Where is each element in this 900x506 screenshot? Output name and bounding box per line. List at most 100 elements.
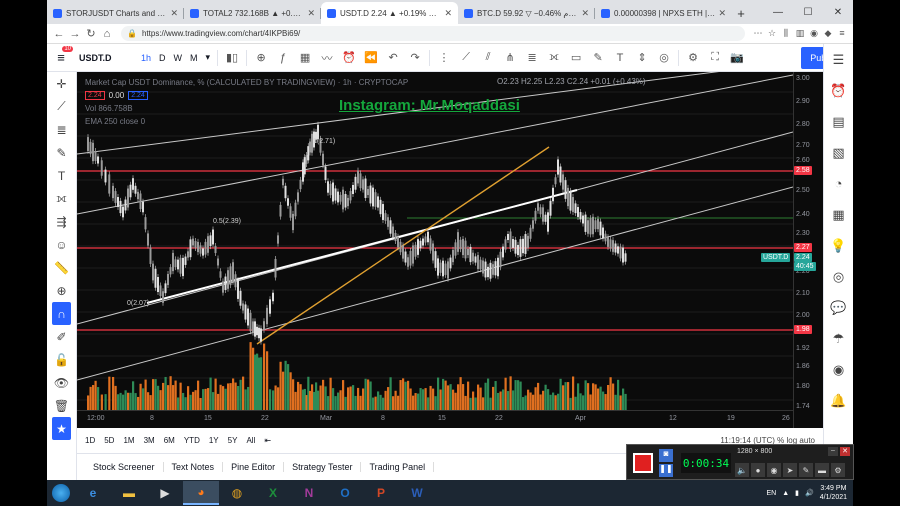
- crosshair-icon[interactable]: ✛: [47, 72, 76, 95]
- trash-icon[interactable]: 🗑: [47, 394, 76, 417]
- sidebar-icon[interactable]: ▥: [793, 28, 807, 39]
- data-window-icon[interactable]: ▤: [824, 106, 853, 137]
- templates-icon[interactable]: ▦: [294, 51, 316, 64]
- goto-date-icon[interactable]: ⇤: [264, 436, 271, 445]
- range-all[interactable]: All: [246, 436, 255, 445]
- signal-icon[interactable]: ◉: [824, 354, 853, 385]
- ask-box[interactable]: 2.24: [128, 91, 148, 100]
- range-1y[interactable]: 1Y: [209, 436, 219, 445]
- price-range-icon[interactable]: ⇕: [631, 51, 653, 64]
- pattern-icon[interactable]: ⟗: [47, 187, 76, 210]
- timeframe-1h[interactable]: 1h: [137, 53, 155, 63]
- text-icon[interactable]: T: [47, 164, 76, 187]
- network-icon[interactable]: ▮: [795, 489, 799, 497]
- tab-pine-editor[interactable]: Pine Editor: [223, 462, 285, 472]
- pattern-icon[interactable]: ⟗: [543, 51, 565, 64]
- recorder-minimize-icon[interactable]: –: [828, 447, 838, 456]
- account-icon[interactable]: ◉: [807, 28, 821, 39]
- maximize-icon[interactable]: ☐: [793, 7, 823, 18]
- undo-icon[interactable]: ↶: [382, 51, 404, 64]
- alert-icon[interactable]: ⏰: [338, 51, 360, 64]
- emoji-icon[interactable]: ☺: [47, 233, 76, 256]
- recorder-close-icon[interactable]: ✕: [840, 447, 850, 456]
- timeframe-dropdown-icon[interactable]: ▾: [202, 52, 215, 63]
- browser-menu-icon[interactable]: ≡: [835, 28, 849, 39]
- channel-icon[interactable]: ⫽: [477, 51, 499, 64]
- close-icon[interactable]: ✕: [444, 8, 452, 19]
- marker-icon[interactable]: ◎: [653, 51, 675, 64]
- hide-drawings-icon[interactable]: 👁: [47, 371, 76, 394]
- tab-text-notes[interactable]: Text Notes: [164, 462, 224, 472]
- trend-line-icon[interactable]: ⟋: [455, 51, 477, 64]
- forward-icon[interactable]: →: [67, 28, 83, 40]
- chrome-icon[interactable]: ◍: [219, 481, 255, 505]
- ruler-icon[interactable]: 📏: [47, 256, 76, 279]
- pause-icon[interactable]: ❚❚: [659, 464, 673, 477]
- replay-icon[interactable]: ⏪: [360, 51, 382, 64]
- tab-trading-panel[interactable]: Trading Panel: [361, 462, 435, 472]
- reload-icon[interactable]: ↻: [83, 27, 99, 40]
- chart-patterns-icon[interactable]: 〰: [316, 50, 338, 66]
- redo-icon[interactable]: ↷: [404, 51, 426, 64]
- extension-icon[interactable]: ◆: [821, 28, 835, 39]
- bookmark-icon[interactable]: ☆: [765, 28, 779, 39]
- favorites-star-icon[interactable]: ★: [52, 417, 71, 440]
- url-field[interactable]: 🔒 https://www.tradingview.com/chart/4IKP…: [121, 26, 745, 41]
- tray-arrow-icon[interactable]: ▲: [782, 490, 789, 497]
- fib-retracement-icon[interactable]: ≣: [47, 118, 76, 141]
- candle-style-icon[interactable]: ▮▯: [221, 51, 243, 64]
- channel-line-4[interactable]: [77, 186, 793, 381]
- library-icon[interactable]: ⫼: [779, 28, 793, 39]
- settings-icon[interactable]: ⚙: [682, 51, 704, 64]
- close-icon[interactable]: ✕: [170, 8, 178, 19]
- start-button[interactable]: [47, 480, 75, 506]
- ideas-icon[interactable]: 💡: [824, 230, 853, 261]
- volume-icon[interactable]: 🔊: [805, 489, 814, 497]
- recorder-settings-icon[interactable]: ⚙: [831, 463, 845, 477]
- range-ytd[interactable]: YTD: [184, 436, 200, 445]
- highlight-icon[interactable]: ▬: [815, 463, 829, 477]
- help-icon[interactable]: 🔔: [824, 385, 853, 416]
- mic-icon[interactable]: ●: [751, 463, 765, 477]
- range-5d[interactable]: 5D: [104, 436, 114, 445]
- audio-icon[interactable]: 🔈: [735, 463, 749, 477]
- home-icon[interactable]: ⌂: [99, 28, 115, 40]
- timeframe-w[interactable]: W: [170, 53, 187, 63]
- tab-4[interactable]: 0.00000398 | NPXS ETH | LATO✕: [595, 2, 732, 24]
- camera-icon[interactable]: ◙: [659, 449, 673, 462]
- news-icon[interactable]: ▧: [824, 137, 853, 168]
- close-icon[interactable]: ✕: [307, 8, 315, 19]
- brush-icon[interactable]: ✎: [47, 141, 76, 164]
- range-1d[interactable]: 1D: [85, 436, 95, 445]
- range-5y[interactable]: 5Y: [228, 436, 238, 445]
- timeframe-m[interactable]: M: [186, 53, 202, 63]
- webcam-icon[interactable]: ◉: [767, 463, 781, 477]
- tab-3[interactable]: BTC.D 59.92 ▽ −0.46% نقت خام✕: [458, 2, 595, 24]
- tab-0[interactable]: STORJUSDT Charts and Quotes✕: [47, 2, 184, 24]
- back-icon[interactable]: ←: [51, 28, 67, 40]
- excel-icon[interactable]: X: [255, 481, 291, 505]
- language-indicator[interactable]: EN: [767, 490, 777, 497]
- lock-drawings-icon[interactable]: 🔓: [47, 348, 76, 371]
- time-axis[interactable]: 12:00 8 15 22 Mar 8 15 22 Apr 12 19 26: [77, 410, 793, 428]
- file-explorer-icon[interactable]: ▬: [111, 481, 147, 505]
- media-player-icon[interactable]: ▶: [147, 481, 183, 505]
- price-axis[interactable]: 3.00 2.90 2.80 2.70 2.60 2.50 2.40 2.30 …: [793, 72, 823, 428]
- tab-stock-screener[interactable]: Stock Screener: [85, 462, 164, 472]
- trend-line-icon[interactable]: ⟋: [47, 95, 76, 118]
- menu-dots-icon[interactable]: ⋯: [751, 28, 765, 39]
- brush-icon[interactable]: ✎: [587, 51, 609, 64]
- word-icon[interactable]: W: [399, 481, 435, 505]
- watchlist-icon[interactable]: ☰: [824, 44, 853, 75]
- close-icon[interactable]: ✕: [718, 8, 726, 19]
- indicators-icon[interactable]: ƒ: [272, 52, 294, 64]
- rectangle-icon[interactable]: ▭: [565, 51, 587, 64]
- magnet-icon[interactable]: ∩: [52, 302, 71, 325]
- record-stop-button[interactable]: [633, 453, 653, 473]
- forecast-icon[interactable]: ⇶: [47, 210, 76, 233]
- close-icon[interactable]: ✕: [581, 8, 589, 19]
- notifications-icon[interactable]: ☂: [824, 323, 853, 354]
- tray-clock[interactable]: 3:49 PM 4/1/2021: [820, 484, 847, 502]
- range-6m[interactable]: 6M: [164, 436, 175, 445]
- tab-1[interactable]: TOTAL2 732.168B ▲ +0.46% نقت خام✕: [184, 2, 321, 24]
